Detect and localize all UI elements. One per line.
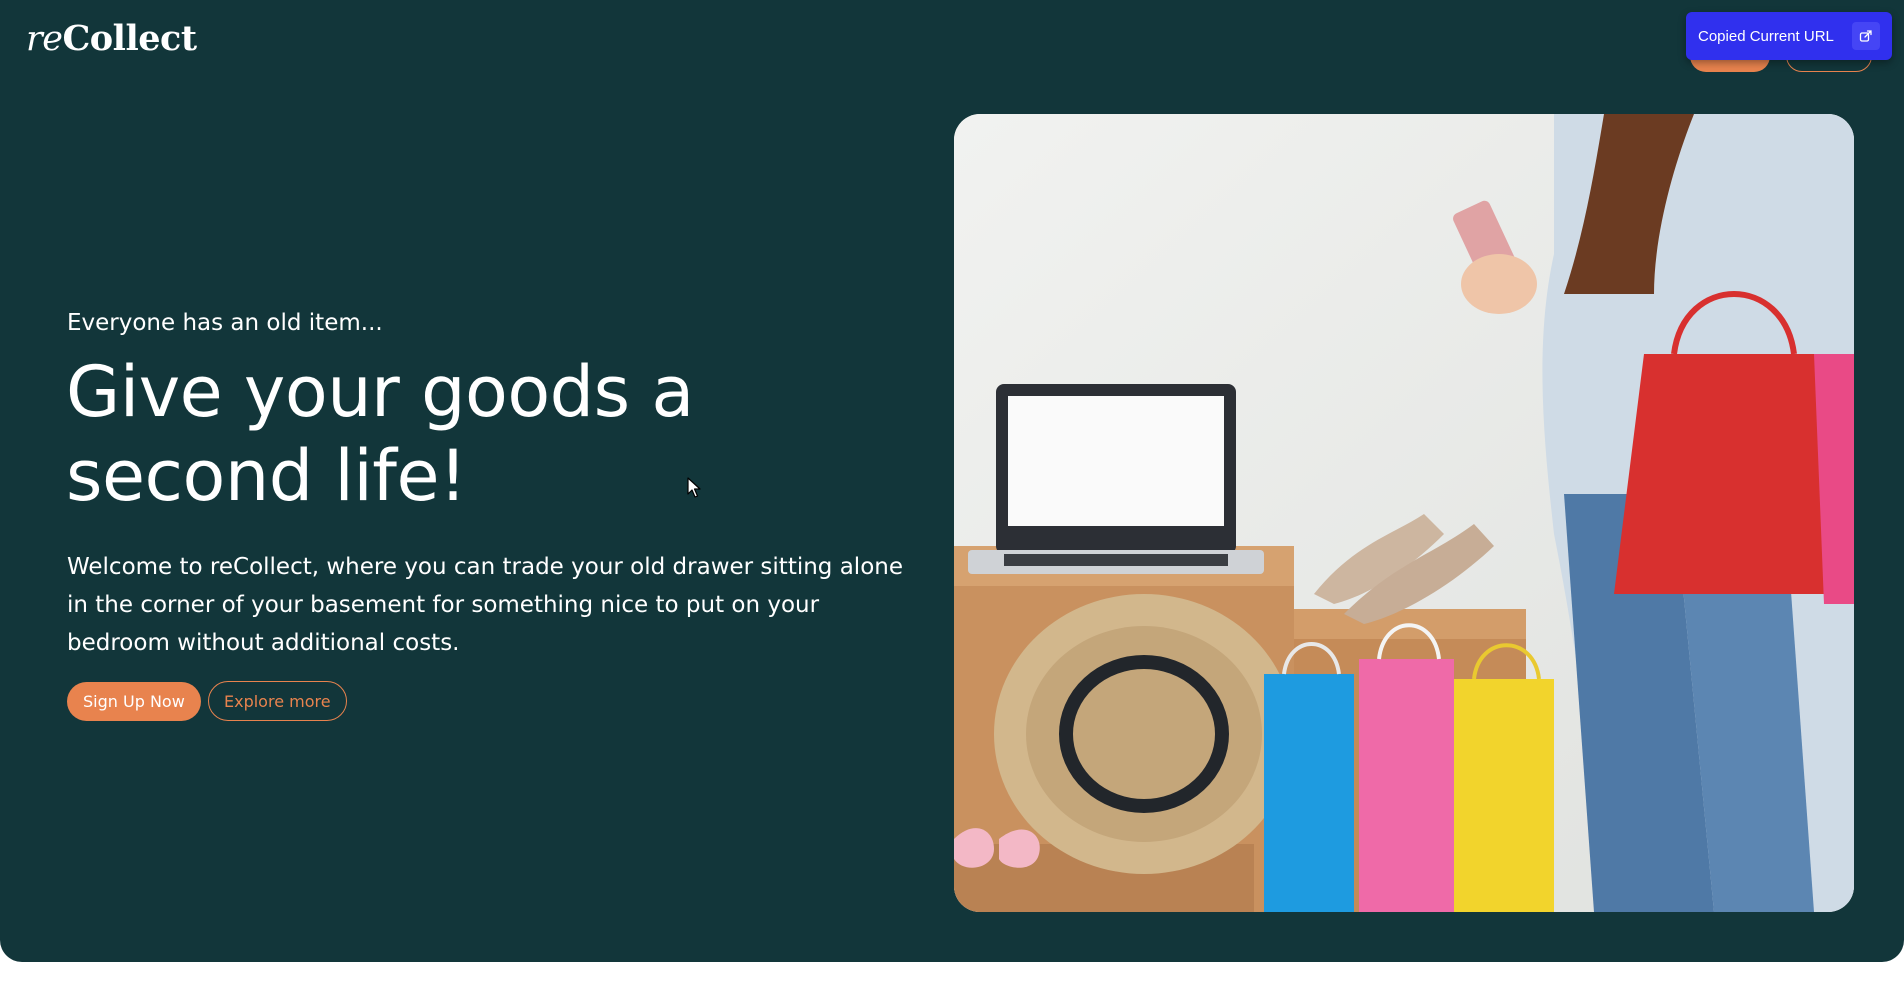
hero-section: reCollect Everyone has an old item... Gi… bbox=[0, 0, 1904, 962]
copied-url-toast: Copied Current URL bbox=[1686, 12, 1892, 60]
hero-image bbox=[954, 114, 1854, 912]
logo-prefix: re bbox=[26, 19, 63, 59]
brand-logo[interactable]: reCollect bbox=[26, 18, 197, 59]
logo-main: Collect bbox=[62, 18, 197, 59]
hero-headline: Give your goods a second life! bbox=[66, 351, 694, 517]
share-icon[interactable] bbox=[1852, 22, 1880, 50]
hero-eyebrow: Everyone has an old item... bbox=[67, 310, 383, 336]
mouse-cursor-icon bbox=[687, 477, 701, 498]
sign-up-now-button[interactable]: Sign Up Now bbox=[67, 682, 201, 721]
explore-more-button[interactable]: Explore more bbox=[208, 681, 347, 721]
hero-description: Welcome to reCollect, where you can trad… bbox=[67, 554, 903, 656]
toast-message: Copied Current URL bbox=[1698, 27, 1834, 45]
